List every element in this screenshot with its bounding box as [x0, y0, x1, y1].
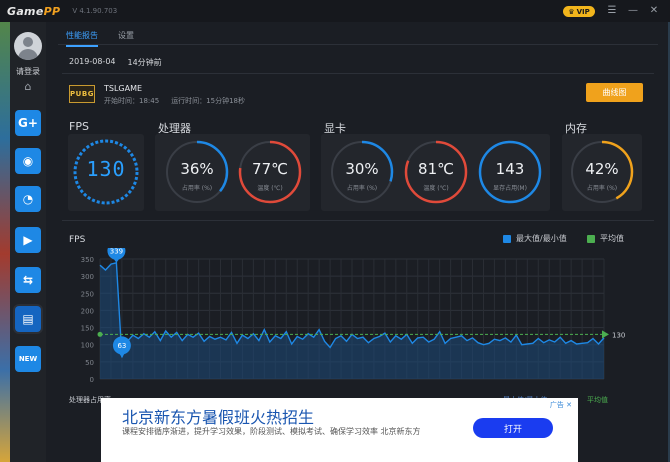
gpu-vram-value: 143 — [495, 160, 525, 178]
legend-max-min[interactable]: 最大值/最小值 — [503, 233, 567, 244]
y-tick-label: 100 — [81, 342, 94, 350]
divider — [62, 220, 654, 221]
chart-title: FPS — [69, 235, 86, 245]
legend-swatch — [587, 234, 595, 243]
legend-average[interactable]: 平均值 — [587, 233, 624, 244]
y-tick-label: 200 — [81, 307, 94, 315]
gpu-temp-value: 81℃ — [418, 160, 454, 178]
average-label: 130.09 — [612, 331, 626, 339]
ad-title[interactable]: 北京新东方暑假班火热招生 — [122, 404, 314, 428]
cpu-usage-label: 占用率 (%) — [181, 185, 213, 192]
y-tick-label: 300 — [81, 273, 94, 281]
legend-swatch — [503, 234, 511, 243]
cpu-usage-value: 36% — [180, 160, 214, 178]
memory-usage-value: 42% — [585, 160, 619, 178]
y-tick-label: 150 — [81, 325, 94, 333]
memory-usage-label: 占用率 (%) — [586, 185, 618, 192]
gpu-temp-label: 温度 (℃) — [423, 185, 449, 192]
next-legend-b: 平均值 — [587, 396, 608, 404]
ad-close[interactable]: 广告 ✕ — [550, 400, 572, 410]
average-arrow — [602, 330, 609, 339]
y-tick-label: 250 — [81, 290, 94, 298]
legend-label: 最大值/最小值 — [516, 234, 567, 243]
y-tick-label: 50 — [85, 359, 94, 367]
y-tick-label: 350 — [81, 256, 94, 264]
fps-chart: 350 300 250 200 150 100 50 0 130.09 339 63 — [81, 248, 626, 384]
ad-open-button[interactable]: 打开 — [473, 418, 553, 438]
y-tick-label: 0 — [90, 376, 94, 384]
cpu-temp-label: 温度 (℃) — [257, 185, 283, 192]
fps-value: 130 — [86, 157, 126, 181]
ad-banner[interactable]: 广告 ✕ 北京新东方暑假班火热招生 课程安排循序渐进，提升学习效果，阶段测试、模… — [101, 398, 578, 462]
cpu-temp-value: 77℃ — [252, 160, 288, 178]
max-pin: 339 — [107, 248, 126, 263]
gpu-usage-label: 占用率 (%) — [346, 185, 378, 192]
gpu-usage-value: 30% — [345, 160, 379, 178]
min-pin-label: 63 — [117, 342, 126, 350]
max-pin-label: 339 — [110, 248, 123, 255]
average-start-dot — [97, 331, 103, 337]
gauge-rings — [73, 139, 634, 205]
gpu-vram-label: 显存占用(M) — [493, 185, 527, 192]
legend-label: 平均值 — [600, 234, 624, 243]
ad-description: 课程安排循序渐进，提升学习效果，阶段测试、模拟考试、确保学习效率 北京新东方 — [122, 427, 421, 436]
